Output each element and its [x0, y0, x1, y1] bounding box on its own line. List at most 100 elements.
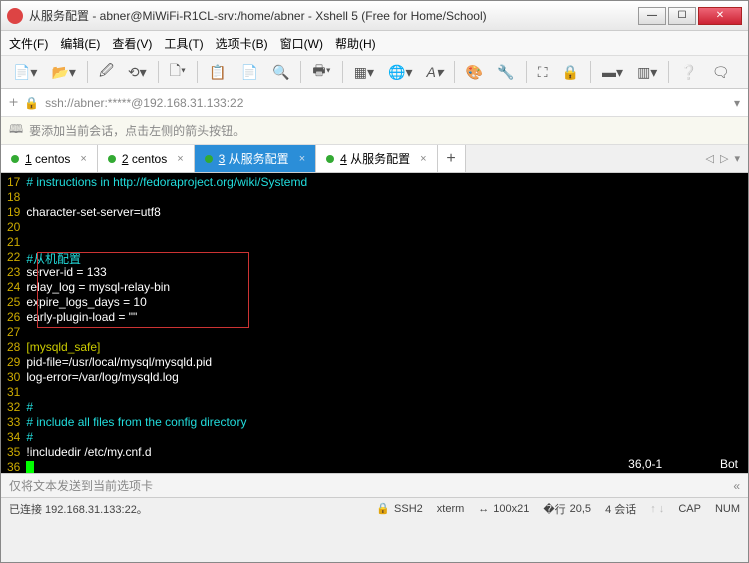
font-icon[interactable]: A▾ — [421, 59, 449, 86]
toolbar: 📄▾ 📂▾ 🖉 ⟲▾ 🗋▾ 📋 📄 🔍 🖶▾ ▦▾ 🌐▾ A▾ 🎨 🔧 ⛶ 🔒 … — [1, 55, 748, 89]
status-size: ↔ 100x21 — [478, 503, 529, 515]
line-number: 17 — [7, 175, 20, 190]
code-area[interactable]: # instructions in http://fedoraproject.o… — [26, 175, 748, 471]
add-tab-button[interactable]: + — [438, 145, 466, 172]
tab-label: 4 从服务配置 — [340, 150, 410, 167]
line-number: 28 — [7, 340, 20, 355]
code-line — [26, 235, 748, 250]
find-icon[interactable]: 🔍 — [266, 59, 295, 86]
tab-prev-icon[interactable]: ◁ — [706, 152, 714, 165]
session-tab[interactable]: 1 centos× — [1, 145, 98, 172]
properties-icon[interactable]: 🗋▾ — [164, 55, 192, 89]
close-tab-icon[interactable]: × — [299, 153, 305, 165]
line-number: 29 — [7, 355, 20, 370]
menu-view[interactable]: 查看(V) — [112, 35, 152, 52]
line-gutter: 1718192021222324252627282930313233343536 — [1, 175, 26, 471]
line-number: 35 — [7, 445, 20, 460]
code-line: early-plugin-load = "" — [26, 310, 748, 325]
menu-file[interactable]: 文件(F) — [9, 35, 48, 52]
tile-v-icon[interactable]: ▥▾ — [631, 59, 663, 86]
address-text[interactable]: ssh://abner:*****@192.168.31.133:22 — [45, 96, 728, 110]
status-sessions: 4 会话 — [605, 501, 636, 517]
close-tab-icon[interactable]: × — [80, 153, 86, 165]
window-controls: — ☐ ✕ — [638, 7, 742, 25]
close-button[interactable]: ✕ — [698, 7, 742, 25]
close-tab-icon[interactable]: × — [177, 153, 183, 165]
copy-icon[interactable]: 📋 — [203, 59, 232, 86]
script-icon[interactable]: 🔧 — [491, 59, 520, 86]
window-title: 从服务配置 - abner@MiWiFi-R1CL-srv:/home/abne… — [29, 7, 638, 24]
terminal[interactable]: 1718192021222324252627282930313233343536… — [1, 173, 748, 473]
line-number: 25 — [7, 295, 20, 310]
tab-next-icon[interactable]: ▷ — [720, 152, 728, 165]
line-number: 27 — [7, 325, 20, 340]
transfer-icon[interactable]: 🌐▾ — [382, 59, 418, 86]
line-number: 22 — [7, 250, 20, 265]
titlebar: 从服务配置 - abner@MiWiFi-R1CL-srv:/home/abne… — [1, 1, 748, 31]
layout-icon[interactable]: ▦▾ — [348, 59, 380, 86]
connected-dot-icon — [326, 155, 334, 163]
code-line — [26, 385, 748, 400]
code-line: # — [26, 400, 748, 415]
minimize-button[interactable]: — — [638, 7, 666, 25]
line-number: 24 — [7, 280, 20, 295]
session-tab[interactable]: 4 从服务配置 × — [316, 145, 437, 172]
cursor-position: 36,0-1 — [628, 457, 662, 471]
lock-icon[interactable]: 🔒 — [556, 59, 585, 86]
code-line — [26, 190, 748, 205]
menu-help[interactable]: 帮助(H) — [335, 35, 376, 52]
maximize-button[interactable]: ☐ — [668, 7, 696, 25]
lock-status-icon: 🔒 — [24, 96, 39, 110]
scroll-location: Bot — [720, 457, 738, 471]
disconnect-icon[interactable]: ⟲▾ — [122, 59, 153, 86]
code-line: # — [26, 430, 748, 445]
status-rows: �行 20,5 — [543, 501, 591, 517]
code-line: server-id = 133 — [26, 265, 748, 280]
connected-dot-icon — [108, 155, 116, 163]
send-bar[interactable]: 仅将文本发送到当前选项卡 « — [1, 473, 748, 497]
hint-text: 要添加当前会话，点击左侧的箭头按钮。 — [29, 122, 245, 139]
code-line: expire_logs_days = 10 — [26, 295, 748, 310]
close-tab-icon[interactable]: × — [420, 153, 426, 165]
connected-dot-icon — [205, 155, 213, 163]
status-updown: ↑ ↓ — [650, 503, 664, 515]
hint-bar: 🕮 要添加当前会话，点击左侧的箭头按钮。 — [1, 117, 748, 145]
session-tab[interactable]: 3 从服务配置 × — [195, 145, 316, 172]
connected-dot-icon — [11, 155, 19, 163]
fullscreen-icon[interactable]: ⛶ — [532, 59, 554, 86]
session-tab[interactable]: 2 centos × — [98, 145, 195, 172]
tab-label: 2 centos — [122, 152, 167, 166]
line-number: 21 — [7, 235, 20, 250]
open-icon[interactable]: 📂▾ — [45, 59, 81, 86]
line-number: 30 — [7, 370, 20, 385]
line-number: 20 — [7, 220, 20, 235]
send-dropdown-icon[interactable]: « — [733, 479, 740, 493]
line-number: 36 — [7, 460, 20, 473]
paste-icon[interactable]: 📄 — [235, 59, 264, 86]
menubar: 文件(F) 编辑(E) 查看(V) 工具(T) 选项卡(B) 窗口(W) 帮助(… — [1, 31, 748, 55]
color-icon[interactable]: 🎨 — [460, 59, 489, 86]
tab-list-icon[interactable]: ▾ — [734, 152, 740, 165]
menu-edit[interactable]: 编辑(E) — [60, 35, 100, 52]
menu-tabs[interactable]: 选项卡(B) — [216, 35, 268, 52]
tile-h-icon[interactable]: ▬▾ — [596, 59, 629, 86]
app-icon — [7, 8, 23, 24]
menu-window[interactable]: 窗口(W) — [280, 35, 323, 52]
line-number: 32 — [7, 400, 20, 415]
print-icon[interactable]: 🖶▾ — [306, 55, 336, 89]
about-icon[interactable]: 🗨 — [706, 59, 736, 86]
code-line — [26, 220, 748, 235]
bookmark-icon[interactable]: 🕮 — [9, 120, 23, 141]
add-session-icon[interactable]: 🞣 — [9, 95, 18, 110]
code-line: # include all files from the config dire… — [26, 415, 748, 430]
reconnect-icon[interactable]: 🖉 — [93, 55, 120, 89]
help-icon[interactable]: ❔ — [674, 59, 703, 86]
menu-tools[interactable]: 工具(T) — [164, 35, 203, 52]
line-number: 31 — [7, 385, 20, 400]
status-connection: 已连接 192.168.31.133:22。 — [9, 501, 148, 517]
code-line: log-error=/var/log/mysqld.log — [26, 370, 748, 385]
tab-label: 3 从服务配置 — [219, 150, 289, 167]
address-dropdown-icon[interactable]: ▾ — [734, 96, 740, 110]
tab-nav: ◁ ▷ ▾ — [698, 145, 748, 172]
new-session-icon[interactable]: 📄▾ — [7, 59, 43, 86]
